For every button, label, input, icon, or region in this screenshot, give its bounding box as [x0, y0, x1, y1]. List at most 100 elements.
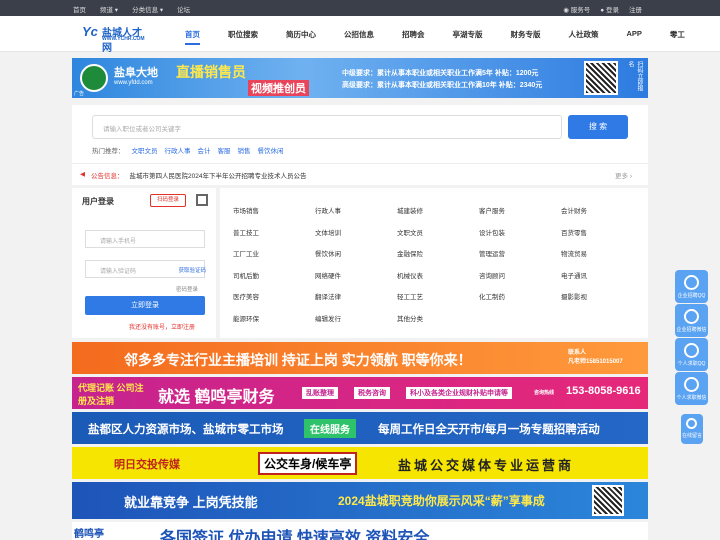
wechat-icon — [684, 377, 699, 392]
ad4-text: 盐城公交媒体专业运营商 — [398, 458, 575, 473]
qq-icon — [684, 275, 699, 290]
nav-app[interactable]: APP — [627, 29, 642, 40]
hot-keyword[interactable]: 会计 — [198, 145, 211, 155]
nav-tinghu[interactable]: 亭湖专版 — [453, 29, 483, 40]
category-link[interactable]: 能源环保 — [233, 313, 259, 323]
ad-banner-bus-media[interactable]: 明日交投传媒 公交车身/候车亭 盐城公交媒体专业运营商 — [72, 447, 648, 479]
search-button[interactable]: 搜 索 — [568, 115, 628, 139]
category-link[interactable]: 工厂工业 — [233, 248, 259, 258]
banner-sub: 视频推创员 — [248, 80, 309, 96]
category-link[interactable]: 化工制药 — [479, 291, 505, 301]
hot-keyword[interactable]: 餐饮休闲 — [258, 145, 284, 155]
category-link[interactable]: 管理运营 — [479, 248, 505, 258]
category-link[interactable]: 城建装修 — [397, 205, 423, 215]
float-company-wechat[interactable]: 企业招聘微信 — [675, 304, 708, 337]
ad-banner-skills[interactable]: 就业靠竞争 上岗凭技能 2024盐城职竞助你展示风采“薪”享事成 — [72, 482, 648, 519]
category-link[interactable]: 摄影影视 — [561, 291, 587, 301]
nav-job-fair[interactable]: 招聘会 — [402, 29, 425, 40]
qr-code-icon — [584, 61, 618, 95]
top-link-home[interactable]: 首页 — [73, 4, 86, 14]
nav-job-search[interactable]: 职位搜索 — [228, 29, 258, 40]
hot-label: 热门推荐： — [92, 148, 125, 155]
nav-resume[interactable]: 简历中心 — [286, 29, 316, 40]
phone-input[interactable]: 请输入手机号 — [85, 230, 205, 248]
notice-more-link[interactable]: 更多 › — [615, 170, 632, 180]
float-label: 企业招聘QQ — [677, 293, 706, 299]
category-link[interactable]: 医疗美容 — [233, 291, 259, 301]
float-person-wechat[interactable]: 个人求职微信 — [675, 372, 708, 405]
user-icon: ● — [600, 7, 605, 14]
top-link-forum[interactable]: 论坛 — [177, 4, 190, 14]
float-message[interactable]: 在线留言 — [681, 414, 703, 444]
notice-text[interactable]: 盐城市第四人民医院2024年下半年公开招聘专业技术人员公告 — [130, 170, 307, 180]
category-link[interactable]: 设计包装 — [479, 227, 505, 237]
ad3-text: 盐都区人力资源市场、盐城市零工市场 — [88, 424, 284, 436]
qr-code-icon — [592, 485, 624, 516]
category-link[interactable]: 文职文员 — [397, 227, 423, 237]
service-account-link[interactable]: ◉ 服务号 — [563, 4, 590, 14]
nav-policy[interactable]: 人社政策 — [569, 29, 599, 40]
category-link[interactable]: 机械仪表 — [397, 270, 423, 280]
nav-public-recruit[interactable]: 公招信息 — [344, 29, 374, 40]
yfdd-logo — [80, 64, 108, 92]
category-link[interactable]: 翻译法律 — [315, 291, 341, 301]
float-person-qq[interactable]: 个人求职QQ — [675, 338, 708, 371]
hot-keyword[interactable]: 客服 — [218, 145, 231, 155]
category-link[interactable]: 餐饮休闲 — [315, 248, 341, 258]
category-link[interactable]: 文体培训 — [315, 227, 341, 237]
category-link[interactable]: 其他分类 — [397, 313, 423, 323]
ad-tag: 广告 — [74, 91, 85, 97]
login-button[interactable]: 立即登录 — [85, 296, 205, 315]
float-label: 企业招聘微信 — [676, 327, 707, 333]
category-link[interactable]: 百货零售 — [561, 227, 587, 237]
search-input[interactable]: 请输入职位或者公司关键字 — [92, 115, 562, 139]
ad-banner-visa[interactable]: 鹤鸣亭 各国签证 优办申请 快速高效 资料安全 — [72, 522, 648, 540]
ad-banner-anchor-training[interactable]: 邻多多专注行业主播培训 持证上岗 实力领航 职等你来！ 联系人 凡老师15851… — [72, 342, 648, 374]
login-link[interactable]: ● 登录 — [600, 4, 619, 14]
ad1-text: 邻多多专注行业主播培训 持证上岗 实力领航 职等你来！ — [124, 352, 472, 368]
top-link-channel[interactable]: 频道 ▾ — [100, 4, 118, 14]
password-login-link[interactable]: 密码登录 — [176, 285, 198, 293]
register-link[interactable]: 我还没有账号，立即注册 — [129, 322, 195, 331]
float-company-qq[interactable]: 企业招聘QQ — [675, 270, 708, 303]
ad2-hotline-label: 咨询热线 — [534, 390, 555, 396]
ad1-contact: 联系人 凡老师15851015007 — [568, 350, 623, 365]
category-link[interactable]: 物流贸易 — [561, 248, 587, 258]
category-link[interactable]: 会计财务 — [561, 205, 587, 215]
get-code-button[interactable]: 获取验证码 — [178, 266, 206, 274]
hot-keyword[interactable]: 文职文员 — [132, 145, 158, 155]
ad6-text: 各国签证 优办申请 快速高效 资料安全 — [160, 530, 430, 540]
hot-keyword[interactable]: 销售 — [238, 145, 251, 155]
ad-banner-hr-market[interactable]: 盐都区人力资源市场、盐城市零工市场 在线服务 每周工作日全天开市/每月一场专题招… — [72, 412, 648, 444]
login-label: 登录 — [606, 7, 619, 14]
category-link[interactable]: 行政人事 — [315, 205, 341, 215]
nav-finance[interactable]: 财务专版 — [511, 29, 541, 40]
logo-sub: WWW.YCHR.COM — [102, 36, 145, 42]
nav-home[interactable]: 首页 — [185, 29, 200, 45]
category-link[interactable]: 网络硬件 — [315, 270, 341, 280]
float-label: 个人求职QQ — [677, 361, 706, 367]
hot-keyword[interactable]: 行政人事 — [165, 145, 191, 155]
qr-login-icon[interactable] — [196, 194, 208, 206]
category-link[interactable]: 咨询顾问 — [479, 270, 505, 280]
category-link[interactable]: 电子通讯 — [561, 270, 587, 280]
banner-req2: 高级要求：累计从事本职业或相关职业工作满10年 补贴：2340元 — [342, 82, 543, 89]
category-link[interactable]: 金融保险 — [397, 248, 423, 258]
banner-live-sales[interactable]: 盐阜大地 www.yfdd.com 直播销售员 视频推创员 中级要求：累计从事本… — [72, 58, 648, 98]
category-link[interactable]: 普工技工 — [233, 227, 259, 237]
ad6-brand: 鹤鸣亭 — [74, 529, 104, 540]
nav-gig[interactable]: 零工 — [670, 29, 685, 40]
category-link[interactable]: 编辑发行 — [315, 313, 341, 323]
top-link-classified[interactable]: 分类信息 ▾ — [132, 4, 163, 14]
category-link[interactable]: 轻工工艺 — [397, 291, 423, 301]
site-logo[interactable]: Yc 盐城人才网 WWW.YCHR.COM — [82, 24, 145, 54]
scan-login-tab[interactable]: 扫码登录 — [150, 194, 186, 207]
ad-banner-finance[interactable]: 代理记账 公司注册及注销 就选 鹤鸣亭财务 乱账整理 税务咨询 科小及各类企业规… — [72, 377, 648, 409]
banner-name: 盐阜大地 — [114, 67, 158, 79]
ad2-brand: 就选 鹤鸣亭财务 — [158, 389, 275, 406]
speaker-icon: ◀ — [80, 171, 85, 178]
category-link[interactable]: 客户服务 — [479, 205, 505, 215]
category-link[interactable]: 市场销售 — [233, 205, 259, 215]
register-link[interactable]: 注册 — [629, 4, 642, 14]
category-link[interactable]: 司机后勤 — [233, 270, 259, 280]
